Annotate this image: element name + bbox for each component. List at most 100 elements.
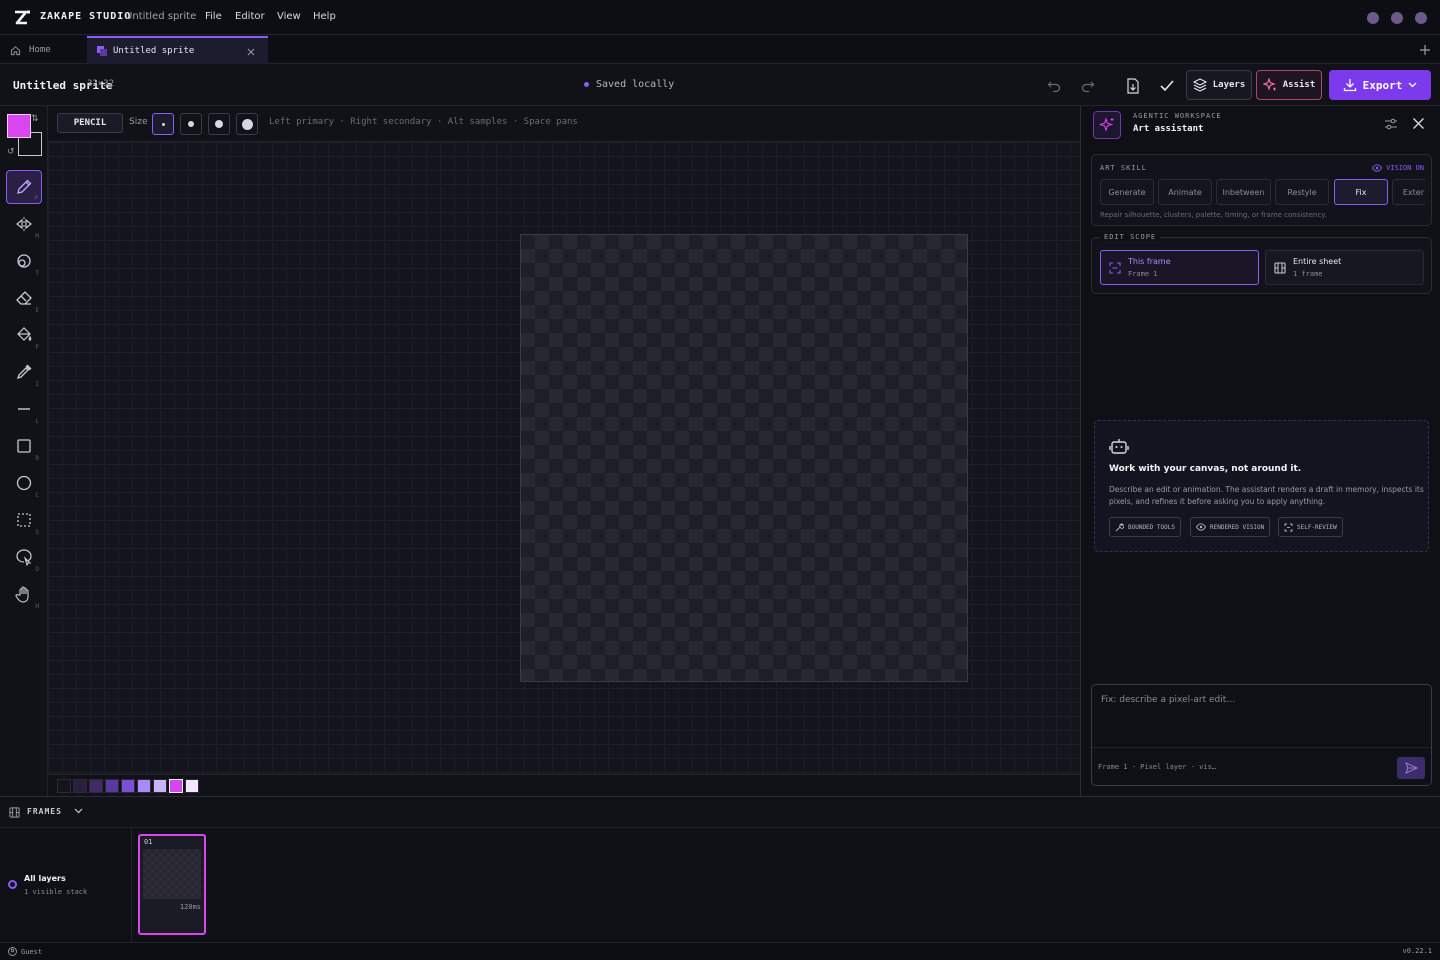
assistant-icon: [1093, 111, 1121, 139]
settings-sliders-icon[interactable]: [1384, 117, 1398, 131]
line-icon: [18, 408, 30, 410]
primary-color-swatch[interactable]: [7, 114, 31, 138]
skill-animate[interactable]: Animate: [1158, 179, 1212, 205]
tool-key: S: [35, 529, 39, 536]
sprite-canvas[interactable]: [520, 234, 968, 682]
redo-button[interactable]: [1078, 76, 1098, 96]
edit-scope-label: EDIT SCOPE: [1100, 233, 1161, 241]
palette-swatch[interactable]: [185, 778, 199, 793]
tool-pencil[interactable]: P: [6, 170, 42, 204]
skill-restyle[interactable]: Restyle: [1275, 179, 1329, 205]
frame-strip: 01 120ms: [132, 828, 1440, 942]
robot-icon: [1109, 439, 1129, 454]
frames-header[interactable]: FRAMES: [0, 796, 1440, 828]
swap-colors-icon[interactable]: ⇅: [31, 114, 39, 124]
art-assistant-panel: AGENTIC WORKSPACE Art assistant ART SKIL…: [1080, 106, 1440, 796]
close-tab-icon[interactable]: [247, 48, 255, 56]
new-tab-button[interactable]: [1420, 36, 1430, 64]
tab-bar: Home Untitled sprite: [0, 36, 1440, 64]
assist-button[interactable]: Assist: [1256, 70, 1322, 100]
skill-description: Repair silhouette, clusters, palette, ti…: [1100, 211, 1327, 219]
close-panel-icon[interactable]: [1412, 117, 1425, 130]
palette-swatch[interactable]: [153, 778, 167, 793]
skill-fix[interactable]: Fix: [1334, 179, 1388, 205]
menu-file[interactable]: File: [205, 11, 222, 22]
film-strip-icon: [1274, 262, 1286, 274]
tool-mirror[interactable]: M: [6, 207, 42, 241]
frame-preview: [143, 849, 201, 899]
tool-lasso[interactable]: O: [6, 540, 42, 574]
skill-inbetween[interactable]: Inbetween: [1216, 179, 1271, 205]
shape-blend-icon: [17, 254, 31, 268]
chevron-down-icon[interactable]: [74, 808, 83, 814]
document-name: Untitled sprite: [125, 11, 197, 22]
chip-label: RENDERED VISION: [1210, 523, 1265, 531]
app-logo-icon: [15, 10, 30, 25]
brush-size-4[interactable]: [236, 113, 258, 135]
layers-button[interactable]: Layers: [1186, 70, 1252, 100]
art-skill-label: ART SKILL: [1100, 164, 1147, 172]
tool-eyedropper[interactable]: I: [6, 355, 42, 389]
export-button-label: Export: [1362, 78, 1403, 92]
size-label: Size: [129, 117, 148, 127]
palette-swatch[interactable]: [137, 778, 151, 793]
palette-swatch[interactable]: [105, 778, 119, 793]
tool-eraser[interactable]: E: [6, 281, 42, 315]
palette-swatch[interactable]: [169, 778, 183, 793]
frame-focus-icon: [1109, 262, 1121, 274]
reset-colors-icon[interactable]: ↺: [7, 147, 15, 157]
window-minimize-button[interactable]: [1367, 12, 1379, 24]
prompt-input[interactable]: [1093, 686, 1430, 746]
tool-hand[interactable]: H: [6, 577, 42, 611]
window-close-button[interactable]: [1415, 12, 1427, 24]
composer-context: Frame 1 · Pixel layer · vis…: [1098, 763, 1217, 771]
menu-help[interactable]: Help: [313, 11, 336, 22]
composer-footer: Frame 1 · Pixel layer · vis…: [1092, 747, 1431, 785]
brush-size-1[interactable]: [152, 113, 174, 135]
frame-duration[interactable]: 120ms: [180, 903, 201, 911]
brush-size-2[interactable]: [180, 113, 202, 135]
layer-name[interactable]: All layers: [24, 874, 66, 883]
send-button[interactable]: [1397, 757, 1425, 779]
tool-selection[interactable]: S: [6, 503, 42, 537]
tab-home[interactable]: Home: [0, 36, 86, 64]
tool-circle[interactable]: C: [6, 466, 42, 500]
menu-view[interactable]: View: [277, 11, 301, 22]
skill-generate[interactable]: Generate: [1100, 179, 1154, 205]
tool-rectangle[interactable]: R: [6, 429, 42, 463]
frame-thumbnail[interactable]: 01 120ms: [138, 834, 206, 935]
vision-toggle[interactable]: VISION ON: [1372, 164, 1424, 172]
canvas-workspace[interactable]: [48, 142, 1080, 774]
window-maximize-button[interactable]: [1391, 12, 1403, 24]
palette-swatch[interactable]: [89, 778, 103, 793]
skill-extend[interactable]: Exter: [1392, 179, 1426, 205]
send-icon: [1404, 762, 1418, 774]
tab-untitled-sprite[interactable]: Untitled sprite: [87, 36, 268, 64]
tool-fill[interactable]: F: [6, 318, 42, 352]
palette-swatch[interactable]: [57, 778, 71, 793]
chip-rendered-vision: RENDERED VISION: [1190, 517, 1271, 537]
palette-swatch[interactable]: [121, 778, 135, 793]
chip-label: SELF-REVIEW: [1297, 523, 1337, 531]
menu-editor[interactable]: Editor: [235, 11, 265, 22]
scope-entire-sheet[interactable]: Entire sheet 1 frame: [1265, 250, 1424, 285]
import-file-button[interactable]: [1122, 75, 1144, 97]
export-button[interactable]: Export: [1329, 70, 1431, 100]
wrench-icon: [1115, 523, 1124, 531]
tool-shape-blend[interactable]: T: [6, 244, 42, 278]
lasso-icon: [16, 549, 32, 566]
user-account[interactable]: Guest: [8, 947, 42, 956]
file-import-icon: [1127, 78, 1139, 94]
confirm-button[interactable]: [1156, 75, 1178, 97]
palette-swatch[interactable]: [73, 778, 87, 793]
active-tool-button[interactable]: PENCIL: [57, 113, 123, 133]
undo-button[interactable]: [1044, 76, 1064, 96]
eye-icon: [1372, 164, 1383, 172]
tool-key: C: [35, 492, 39, 499]
scope-this-frame[interactable]: This frame Frame 1: [1100, 250, 1259, 285]
tool-key: I: [35, 381, 39, 388]
layer-radio[interactable]: [8, 880, 17, 889]
user-icon: [8, 947, 17, 956]
tool-line[interactable]: L: [6, 392, 42, 426]
brush-size-3[interactable]: [208, 113, 230, 135]
